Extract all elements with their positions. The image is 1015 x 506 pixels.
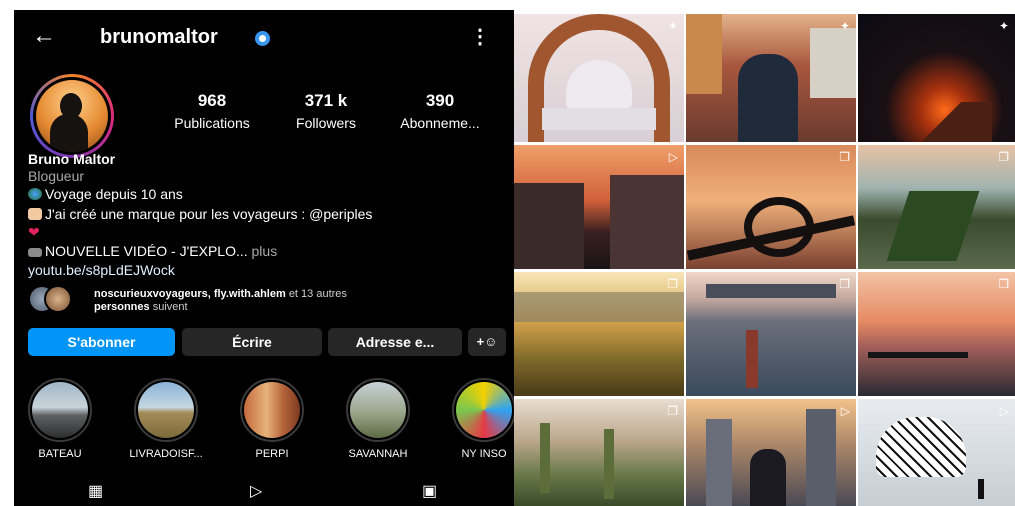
highlight-label: LIVRADOISF... [129, 448, 203, 460]
pin-icon: ✦ [667, 19, 678, 33]
highlight-savannah[interactable]: SAVANNAH [336, 378, 420, 460]
verified-badge-icon [255, 31, 270, 46]
bio-line: NOUVELLE VIDÉO - J'EXPLO... plus [28, 243, 508, 259]
highlight-bateau[interactable]: BATEAU [18, 378, 102, 460]
bio-link[interactable]: youtu.be/s8pLdEJWock [28, 262, 508, 278]
stat-value: 968 [197, 91, 227, 110]
post-thumbnail[interactable]: ❐ [686, 145, 856, 269]
pin-icon: ✦ [839, 19, 850, 33]
post-thumbnail[interactable]: ❐ [858, 145, 1015, 269]
post-thumbnail[interactable]: ✦ [514, 14, 684, 142]
post-thumbnail[interactable]: ❐ [686, 272, 856, 396]
profile-panel: ← brunomaltor ⋮ 968 Publications 371 k F… [14, 10, 514, 506]
bio-line-text: NOUVELLE VIDÉO - J'EXPLO... [45, 243, 248, 259]
carousel-icon: ❐ [998, 150, 1009, 164]
stat-label: Publications [174, 115, 250, 131]
victory-hand-icon [28, 208, 42, 220]
arrow-left-icon[interactable]: ← [32, 24, 56, 48]
heart-icon: ❤ [28, 224, 40, 240]
bio-line: Voyage depuis 10 ans [28, 186, 508, 202]
tagged-icon[interactable]: ▣ [422, 484, 437, 500]
stat-value: 371 k [304, 91, 348, 110]
stat-label: Abonneme... [400, 115, 480, 131]
bio-line-text: J'ai créé une marque pour les voyageurs … [45, 206, 373, 222]
post-thumbnail[interactable]: ▷ [514, 145, 684, 269]
carousel-icon: ❐ [667, 404, 678, 418]
more-link[interactable]: plus [252, 243, 278, 259]
carousel-icon: ❐ [667, 277, 678, 291]
post-thumbnail[interactable]: ❐ [514, 272, 684, 396]
followed-by-text[interactable]: noscurieuxvoyageurs, fly.with.ahlem et 1… [94, 288, 514, 314]
post-thumbnail[interactable]: ❐ [514, 399, 684, 506]
carousel-icon: ❐ [998, 277, 1009, 291]
username: brunomaltor [100, 26, 218, 48]
carousel-icon: ❐ [839, 277, 850, 291]
add-person-icon[interactable]: +☺ [468, 328, 506, 356]
highlight-ny-inso[interactable]: NY INSO [442, 378, 514, 460]
followed-by-avatars[interactable] [28, 285, 88, 315]
more-vertical-icon[interactable]: ⋮ [470, 24, 490, 49]
bio-line-text: Voyage depuis 10 ans [45, 186, 183, 202]
reels-icon[interactable]: ▷ [250, 484, 262, 500]
reel-icon: ▷ [999, 404, 1009, 418]
category-label: Blogueur [28, 168, 85, 184]
carousel-icon: ❐ [839, 150, 850, 164]
highlight-label: SAVANNAH [348, 448, 408, 460]
highlight-label: BATEAU [38, 448, 82, 460]
camera-icon [28, 248, 42, 257]
stat-value: 390 [425, 91, 455, 110]
bio-line: J'ai créé une marque pour les voyageurs … [28, 206, 508, 222]
post-thumbnail[interactable]: ✦ [858, 14, 1015, 142]
follow-button[interactable]: S'abonner [28, 328, 175, 356]
post-thumbnail[interactable]: ▷ [686, 399, 856, 506]
globe-icon [28, 188, 42, 200]
reel-icon: ▷ [840, 404, 850, 418]
grid-icon[interactable]: ▦ [88, 484, 103, 500]
reel-icon: ▷ [668, 150, 678, 164]
highlight-label: PERPI [255, 448, 289, 460]
stat-following[interactable]: 390 Abonneme... [388, 91, 492, 131]
display-name: Bruno Maltor [28, 151, 116, 167]
profile-header: ← brunomaltor ⋮ [14, 10, 514, 62]
post-thumbnail[interactable]: ✦ [686, 14, 856, 142]
highlight-livradoisf[interactable]: LIVRADOISF... [124, 378, 208, 460]
posts-grid: ✦ ✦ ✦ ▷ ❐ ❐ ❐ ❐ ❐ ❐ ▷ ▷ [514, 14, 1015, 506]
highlight-label: NY INSO [461, 448, 507, 460]
stat-label: Followers [296, 115, 356, 131]
post-thumbnail[interactable]: ▷ [858, 399, 1015, 506]
message-button[interactable]: Écrire [182, 328, 322, 356]
stat-followers[interactable]: 371 k Followers [280, 91, 372, 131]
highlight-perpi[interactable]: PERPI [230, 378, 314, 460]
email-button[interactable]: Adresse e... [328, 328, 462, 356]
pin-icon: ✦ [998, 19, 1009, 33]
avatar[interactable] [30, 74, 114, 158]
post-thumbnail[interactable]: ❐ [858, 272, 1015, 396]
stat-publications[interactable]: 968 Publications [160, 91, 264, 131]
